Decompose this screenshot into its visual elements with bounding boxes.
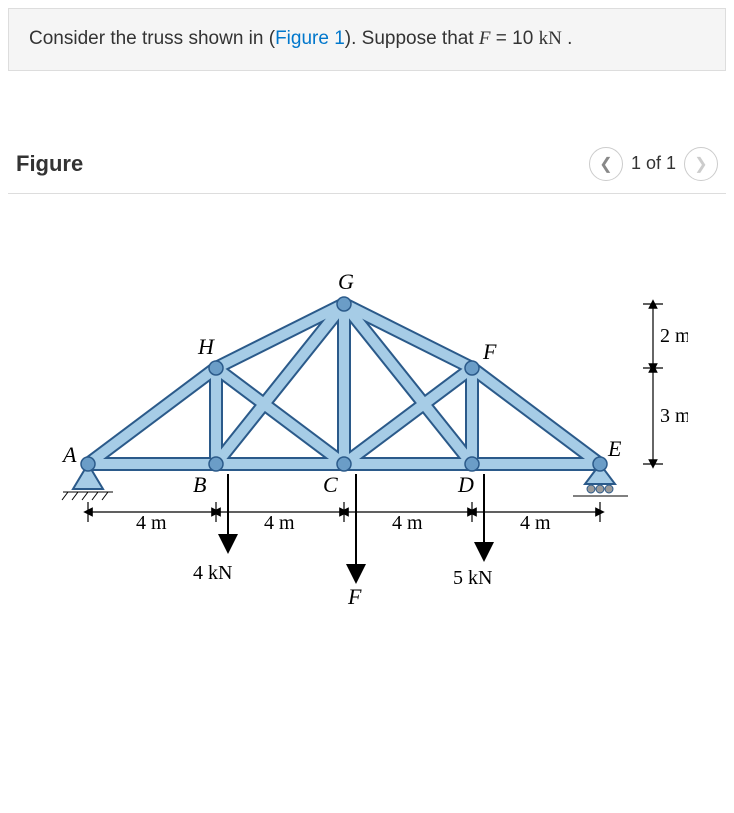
figure-scroll-area[interactable]: A B C D E H G F 2 m 3 m <box>8 194 726 674</box>
load-D-text: 5 kN <box>453 567 492 589</box>
chevron-left-icon: ❮ <box>599 154 612 174</box>
problem-var: F <box>479 28 491 49</box>
problem-prefix: Consider the truss shown in ( <box>29 28 275 49</box>
figure-title: Figure <box>16 151 83 177</box>
load-C: F <box>347 474 362 609</box>
next-button[interactable]: ❯ <box>684 147 718 181</box>
label-H: H <box>197 334 215 359</box>
figure-header: Figure ❮ 1 of 1 ❯ <box>8 131 726 194</box>
label-B: B <box>193 472 206 497</box>
dim-spans: 4 m 4 m 4 m 4 m <box>88 502 600 534</box>
problem-eq: = 10 <box>491 28 539 49</box>
page-indicator: 1 of 1 <box>631 153 676 174</box>
figure-nav: ❮ 1 of 1 ❯ <box>589 147 718 181</box>
load-B-text: 4 kN <box>193 562 232 584</box>
figure-link[interactable]: Figure 1 <box>275 28 345 49</box>
dim-3m: 3 m <box>660 405 688 427</box>
label-D: D <box>457 472 474 497</box>
dim-span4: 4 m <box>520 512 551 534</box>
dim-span2: 4 m <box>264 512 295 534</box>
label-E: E <box>607 436 622 461</box>
truss-diagram: A B C D E H G F 2 m 3 m <box>8 194 726 674</box>
dim-span1: 4 m <box>136 512 167 534</box>
label-G: G <box>338 269 354 294</box>
dim-2m: 2 m <box>660 325 688 347</box>
load-C-text: F <box>347 584 362 609</box>
prev-button[interactable]: ❮ <box>589 147 623 181</box>
problem-suffix: . <box>562 28 573 49</box>
problem-mid: ). Suppose that <box>345 28 479 49</box>
label-F-node: F <box>482 339 497 364</box>
truss-members-inner <box>88 304 600 464</box>
problem-statement: Consider the truss shown in (Figure 1). … <box>8 8 726 71</box>
label-C: C <box>323 472 338 497</box>
dim-span3: 4 m <box>392 512 423 534</box>
dim-heights: 2 m 3 m <box>643 304 688 464</box>
chevron-right-icon: ❯ <box>694 154 707 174</box>
label-A: A <box>61 442 77 467</box>
problem-unit: kN <box>539 28 562 49</box>
